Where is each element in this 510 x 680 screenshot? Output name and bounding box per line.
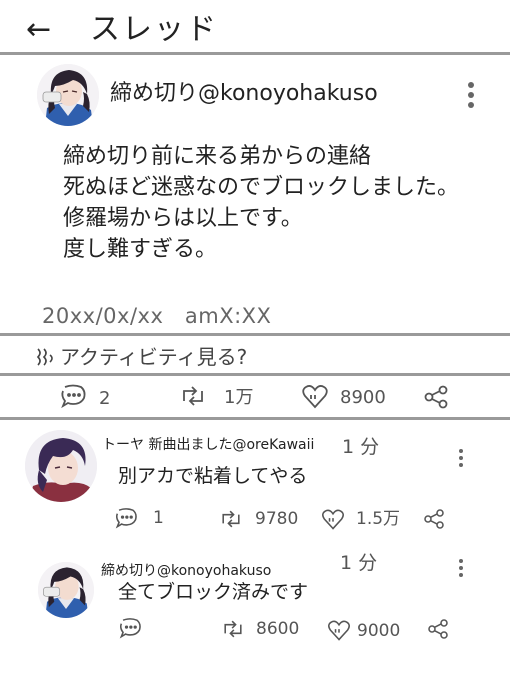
post-text-line: 修羅場からは以上です。: [63, 206, 303, 231]
heart-icon[interactable]: [300, 381, 330, 411]
avatar[interactable]: [38, 562, 94, 618]
heart-icon[interactable]: [320, 506, 346, 532]
more-options-icon[interactable]: [459, 446, 463, 470]
reply-icon[interactable]: [117, 615, 143, 641]
repost-icon[interactable]: [178, 381, 208, 411]
share-icon[interactable]: [426, 617, 452, 643]
reply-text: 全てブロック済みです: [118, 581, 309, 603]
post-username[interactable]: 締め切り@konoyohakuso: [110, 80, 378, 108]
post-text-line: 死ぬほど迷惑なのでブロックしました。: [63, 175, 460, 200]
share-icon[interactable]: [422, 383, 452, 413]
reply-time: 1 分: [342, 436, 380, 458]
reply-text: 別アカで粘着してやる: [118, 465, 308, 487]
reply-count: 1: [153, 508, 164, 528]
reply-icon[interactable]: [113, 505, 139, 531]
activity-link[interactable]: アクティビティ見る?: [60, 344, 247, 370]
reply-username[interactable]: トーヤ 新曲出ました@oreKawaii: [102, 436, 314, 454]
divider: [0, 417, 510, 420]
sparkle-icon: [34, 343, 60, 369]
share-icon[interactable]: [422, 507, 448, 533]
divider: [0, 333, 510, 336]
avatar[interactable]: [25, 430, 97, 502]
post-text-line: 締め切り前に来る弟からの連絡: [63, 144, 372, 169]
post-text-line: 度し難すぎる。: [63, 237, 218, 262]
post-timestamp: 20xx/0x/xx amX:XX: [42, 304, 272, 328]
like-count: 9000: [357, 621, 401, 641]
repost-count: 9780: [255, 509, 299, 529]
repost-count: 1万: [224, 387, 254, 408]
header-divider: [0, 52, 510, 55]
like-count: 1.5万: [356, 509, 401, 529]
divider: [0, 373, 510, 376]
reply-count: 2: [99, 388, 111, 409]
repost-icon[interactable]: [218, 506, 244, 532]
reply-icon[interactable]: [58, 381, 88, 411]
page-title: スレッド: [90, 12, 218, 47]
repost-icon[interactable]: [220, 616, 246, 642]
more-options-icon[interactable]: [459, 556, 463, 580]
more-options-icon[interactable]: [468, 78, 474, 112]
like-count: 8900: [340, 387, 386, 408]
reply-username[interactable]: 締め切り@konoyohakuso: [101, 562, 271, 580]
repost-count: 8600: [256, 619, 300, 639]
heart-icon[interactable]: [326, 617, 352, 643]
avatar[interactable]: [37, 64, 99, 126]
reply-time: 1 分: [340, 552, 378, 574]
back-button[interactable]: ←: [26, 12, 51, 48]
